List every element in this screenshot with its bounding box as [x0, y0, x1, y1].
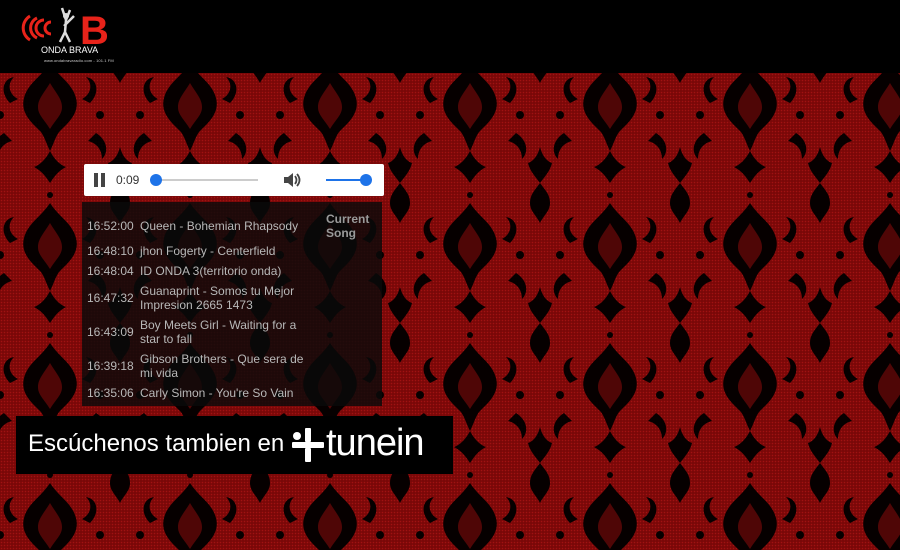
song-time: 16:48:04 [87, 264, 134, 278]
progress-handle[interactable] [150, 174, 162, 186]
tunein-brand: tunein [326, 422, 425, 464]
volume-slider[interactable] [326, 174, 372, 186]
pause-icon [94, 173, 98, 187]
song-time: 16:43:09 [87, 325, 134, 339]
audio-player: 0:09 [84, 164, 384, 196]
recent-songs-panel: 16:52:00 Queen - Bohemian Rhapsody 16:48:1… [82, 202, 382, 406]
progress-bar[interactable] [150, 174, 258, 186]
tunein-text: Escúchenos tambien en [28, 430, 285, 457]
song-time: 16:48:10 [87, 244, 134, 258]
logo-text: ONDA BRAVA [41, 45, 99, 55]
song-time: 16:47:32 [87, 291, 134, 305]
logo-subtext: www.ondabravaradio.com - 101.1 FM [44, 58, 114, 63]
pause-button[interactable] [93, 173, 107, 187]
song-title: Guanaprint - Somos tu Mejor Impresion 26… [140, 284, 295, 312]
current-time: 0:09 [116, 173, 140, 187]
onda-brava-logo[interactable]: B ONDA BRAVA www.ondabravaradio.com - 10… [18, 6, 118, 63]
song-title: Carly Simon - You're So Vain [140, 386, 294, 400]
header: B ONDA BRAVA www.ondabravaradio.com - 10… [0, 0, 900, 73]
song-title: ID ONDA 3(territorio onda) [140, 264, 282, 278]
song-time: 16:35:06 [87, 386, 134, 400]
song-time: 16:39:18 [87, 359, 134, 373]
song-time: 16:52:00 [87, 219, 134, 233]
tunein-banner[interactable]: Escúchenos tambien en tunein [16, 416, 453, 474]
song-title: Queen - Bohemian Rhapsody [140, 219, 299, 233]
song-title: Gibson Brothers - Que sera de mi vida [140, 352, 304, 380]
volume-icon[interactable] [282, 171, 302, 189]
song-title: jhon Fogerty - Centerfield [140, 244, 276, 258]
current-song-label: Current Song [326, 212, 370, 240]
volume-handle[interactable] [360, 174, 372, 186]
song-title: Boy Meets Girl - Waiting for a star to f… [140, 318, 297, 346]
